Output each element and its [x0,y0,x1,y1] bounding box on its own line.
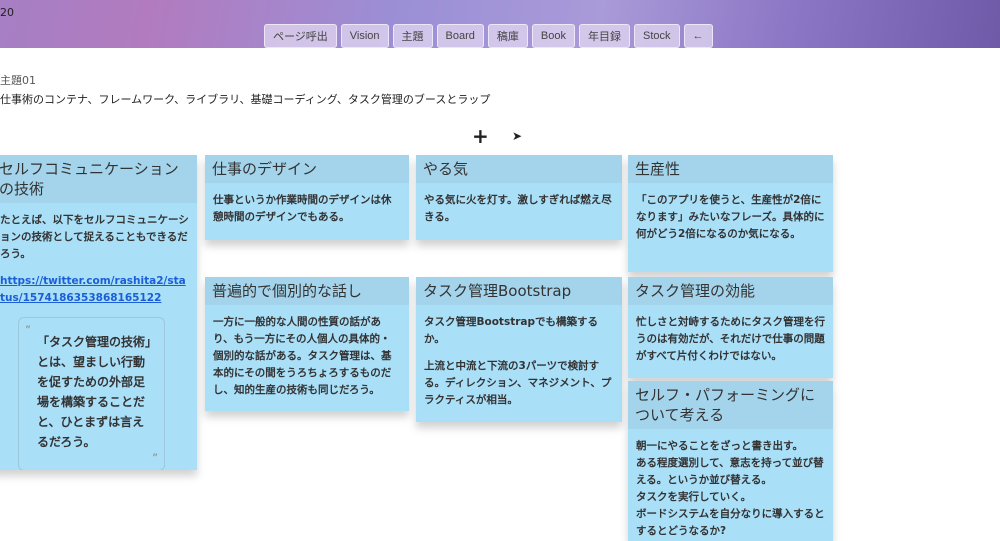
card-body: タスク管理Bootstrapでも構築するか。 [424,316,598,345]
card-title: セルフ・パフォーミングについて考える [628,381,833,429]
card-title: タスク管理の効能 [628,277,833,305]
nav-book[interactable]: Book [531,24,575,48]
card-line: ボードシステムを自分なりに導入するとするとどうなるか? [636,508,825,537]
card-title: 普遍的で個別的な話し [205,277,409,305]
card-body-2: 上流と中流と下流の3パーツで検討する。ディレクション、マネジメント、プラクティス… [424,360,612,406]
card-line: ある程度選別して、意志を持って並び替える。というか並び替える。 [636,457,824,486]
card-task-efficacy[interactable]: タスク管理の効能 忙しさと対峙するためにタスク管理を行うのは有効だが、それだけで… [628,277,833,378]
card-body: 忙しさと対峙するためにタスク管理を行うのは有効だが、それだけで仕事の問題がすべて… [636,316,825,362]
card-title: タスク管理Bootstrap [416,277,622,305]
card-work-design[interactable]: 仕事のデザイン 仕事というか作業時間のデザインは休憩時間のデザインでもある。 [205,155,409,240]
card-title: 仕事のデザイン [205,155,409,183]
nav-bar: ページ呼出 Vision 主題 Board 稿庫 Book 年目録 Stock … [264,24,713,48]
nav-year-catalog[interactable]: 年目録 [578,24,630,48]
nav-page-call[interactable]: ページ呼出 [264,24,337,48]
card-line: タスクを実行していく。 [636,491,752,503]
quote-open-icon: ” [25,325,31,335]
blockquote: ” 「タスク管理の技術」とは、望ましい行動を促すための外部足場を構築することだと… [18,317,165,470]
nav-stock[interactable]: Stock [633,24,680,48]
card-body: 「このアプリを使うと、生産性が2倍になります」みたいなフレーズ。具体的に何がどう… [636,194,825,240]
quote-text: 「タスク管理の技術」とは、望ましい行動を促すための外部足場を構築することだと、ひ… [37,335,152,449]
quote-close-icon: ” [152,453,158,463]
nav-vision[interactable]: Vision [340,24,389,48]
card-body: 一方に一般的な人間の性質の話があり、もう一方にその人個人の具体的・個別的な話があ… [213,316,392,396]
card-title: 生産性 [628,155,833,183]
card-universal-individual[interactable]: 普遍的で個別的な話し 一方に一般的な人間の性質の話があり、もう一方にその人個人の… [205,277,409,411]
mouse-cursor-icon: ➤ [512,129,523,143]
card-self-performing[interactable]: セルフ・パフォーミングについて考える 朝一にやることをざっと書き出す。 ある程度… [628,381,833,541]
card-task-bootstrap[interactable]: タスク管理Bootstrap タスク管理Bootstrapでも構築するか。 上流… [416,277,622,422]
card-line: 朝一にやることをざっと書き出す。 [636,440,803,452]
card-motivation[interactable]: やる気 やる気に火を灯す。激しすぎれば燃え尽きる。 [416,155,622,240]
nav-board[interactable]: Board [436,24,484,48]
page-description: 仕事術のコンテナ、フレームワーク、ライブラリ、基礎コーディング、タスク管理のブー… [0,93,491,106]
card-body: やる気に火を灯す。激しすぎれば燃え尽きる。 [424,194,612,223]
nav-theme[interactable]: 主題 [392,24,433,48]
page-meta: 主題01 [0,74,36,87]
card-self-communication[interactable]: セルフコミュニケーションの技術 たとえば、以下をセルフコミュニケーションの技術と… [0,155,197,470]
add-card-button[interactable]: + [472,124,489,148]
twitter-link[interactable]: https://twitter.com/rashita2/status/1574… [0,275,186,304]
back-button[interactable]: ← [683,24,713,48]
card-body: 仕事というか作業時間のデザインは休憩時間のデザインでもある。 [213,194,392,223]
nav-drafts[interactable]: 稿庫 [487,24,528,48]
corner-text: 20 [0,6,14,19]
card-body: たとえば、以下をセルフコミュニケーションの技術として捉えることもできるだろう。 [0,214,189,260]
card-title: セルフコミュニケーションの技術 [0,155,197,203]
card-productivity[interactable]: 生産性 「このアプリを使うと、生産性が2倍になります」みたいなフレーズ。具体的に… [628,155,833,272]
header-banner: 20 ページ呼出 Vision 主題 Board 稿庫 Book 年目録 Sto… [0,0,1000,48]
card-title: やる気 [416,155,622,183]
